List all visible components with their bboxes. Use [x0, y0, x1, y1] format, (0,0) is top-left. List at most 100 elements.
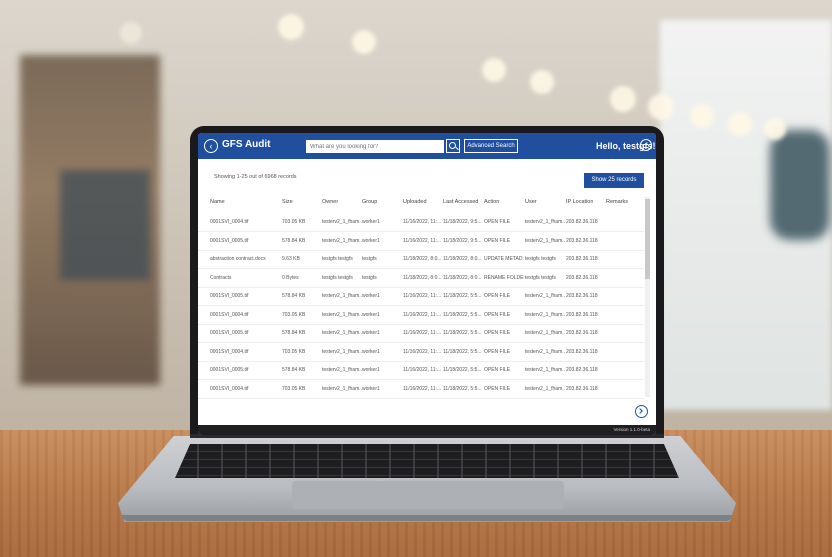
bokeh-light: [120, 22, 142, 44]
app-header: ‹ GFS Audit Advanced Search Hello, testg…: [198, 133, 656, 159]
table-row[interactable]: 0001SVI_0005.tif 578.84 KB testerv2_1_fham…: [198, 287, 644, 306]
cell-name: 0001SVI_0005.tif: [210, 330, 249, 336]
scrollbar-thumb[interactable]: [645, 199, 650, 279]
cell-user: testgfs testgfs: [525, 256, 556, 262]
cell-action: OPEN FILE: [484, 367, 511, 373]
cell-group: testgfs: [362, 274, 377, 281]
table-row[interactable]: abstraction contract.docx 9.63 KB testgfs …: [198, 250, 644, 269]
cell-ip: 203.82.36.118: [566, 219, 598, 225]
column-header-last-accessed[interactable]: Last Accessed: [443, 199, 478, 205]
table-row[interactable]: 0001SVI_0004.tif 703.05 KB testerv2_1_fham…: [198, 306, 644, 325]
cell-action: RENAME FOLDER: [484, 274, 524, 281]
cell-user: testerv2_1_fham...: [525, 348, 565, 355]
laptop-front-edge: [122, 515, 732, 521]
cell-size: 0 Bytes: [282, 274, 299, 281]
cell-accessed: 11/18/2022, 5:5...: [443, 385, 482, 392]
cell-action: OPEN FILE: [484, 293, 511, 299]
cell-ip: 203.82.36.118: [566, 256, 598, 262]
table-row[interactable]: 0001SVI_0005.tif 578.84 KB testerv2_1_fham…: [198, 361, 644, 380]
advanced-search-button[interactable]: Advanced Search: [464, 139, 518, 153]
cell-accessed: 11/18/2022, 8:0...: [443, 256, 482, 262]
cell-owner: testerv2_1_fham...: [322, 293, 362, 299]
cell-accessed: 11/18/2022, 5:5...: [443, 367, 482, 373]
search-icon[interactable]: [446, 139, 460, 153]
cell-name: 0001SVI_0004.tif: [210, 311, 249, 318]
column-header-ip-location[interactable]: IP Location: [566, 199, 593, 205]
cell-owner: testerv2_1_fham...: [322, 348, 362, 355]
table-row[interactable]: 0001SVI_0005.tif 578.84 KB testerv2_1_fham…: [198, 324, 644, 343]
cell-ip: 203.82.36.118: [566, 311, 598, 318]
cell-uploaded: 11/16/2022, 11:...: [403, 311, 442, 318]
bokeh-light: [764, 118, 786, 140]
cell-action: OPEN FILE: [484, 330, 511, 336]
cell-name: 0001SVI_0005.tif: [210, 367, 249, 373]
table-row[interactable]: Contracts 0 Bytes testgfs testgfs testgfs 11…: [198, 269, 644, 288]
show-records-button[interactable]: Show 25 records: [584, 173, 644, 188]
bokeh-light: [610, 86, 636, 112]
search-input[interactable]: [306, 140, 444, 153]
bokeh-light: [352, 30, 376, 54]
cell-group: worker1: [362, 311, 380, 318]
cell-group: worker1: [362, 237, 380, 244]
cell-size: 703.05 KB: [282, 385, 306, 392]
keyboard-rows: [175, 444, 679, 478]
cell-uploaded: 11/16/2022, 11:...: [403, 367, 442, 373]
cell-action: OPEN FILE: [484, 385, 511, 392]
cell-user: testerv2_1_fham...: [525, 367, 565, 373]
cell-accessed: 11/18/2022, 5:5...: [443, 348, 482, 355]
cell-user: testerv2_1_fham...: [525, 219, 565, 225]
cell-uploaded: 11/16/2022, 11:...: [403, 330, 442, 336]
cell-group: worker1: [362, 367, 380, 373]
cell-action: OPEN FILE: [484, 237, 511, 244]
cell-name: 0001SVI_0004.tif: [210, 348, 249, 355]
table-row[interactable]: 0001SVI_0004.tif 703.05 KB testerv2_1_fham…: [198, 213, 644, 232]
table-row[interactable]: 0001SVI_0004.tif 703.05 KB testerv2_1_fham…: [198, 343, 644, 362]
cell-user: testerv2_1_fham...: [525, 330, 565, 336]
cell-user: testerv2_1_fham...: [525, 385, 565, 392]
cell-ip: 203.82.36.118: [566, 330, 598, 336]
cell-user: testerv2_1_fham...: [525, 311, 565, 318]
shelf-items: [60, 170, 150, 280]
cell-owner: testerv2_1_fham...: [322, 311, 362, 318]
cell-uploaded: 11/18/2022, 8:0...: [403, 256, 442, 262]
column-header-size[interactable]: Size: [282, 199, 293, 205]
cell-size: 578.84 KB: [282, 330, 306, 336]
column-header-remarks[interactable]: Remarks: [606, 199, 628, 205]
laptop-screen: ‹ GFS Audit Advanced Search Hello, testg…: [198, 133, 656, 435]
column-header-uploaded[interactable]: Uploaded: [403, 199, 427, 205]
back-arrow-icon[interactable]: ‹: [204, 139, 218, 153]
cell-owner: testerv2_1_fham...: [322, 367, 362, 373]
cell-size: 703.05 KB: [282, 219, 306, 225]
cell-accessed: 11/18/2022, 5:5...: [443, 330, 482, 336]
column-header-group[interactable]: Group: [362, 199, 377, 205]
bokeh-light: [482, 58, 506, 82]
cell-name: Contracts: [210, 274, 232, 281]
cell-size: 578.84 KB: [282, 237, 306, 244]
cell-ip: 203.82.36.118: [566, 237, 598, 244]
cell-group: worker1: [362, 293, 380, 299]
cell-uploaded: 11/16/2022, 11:...: [403, 219, 442, 225]
column-header-name[interactable]: Name: [210, 199, 225, 205]
column-header-action[interactable]: Action: [484, 199, 499, 205]
bokeh-light: [530, 70, 554, 94]
cell-uploaded: 11/16/2022, 11:...: [403, 385, 442, 392]
table-row[interactable]: 0001SVI_0004.tif 703.05 KB testerv2_1_fham…: [198, 380, 644, 399]
app-title: GFS Audit: [222, 139, 271, 150]
cell-group: worker1: [362, 330, 380, 336]
column-header-user[interactable]: User: [525, 199, 537, 205]
user-menu-icon[interactable]: [640, 139, 652, 151]
column-header-owner[interactable]: Owner: [322, 199, 338, 205]
cell-ip: 203.82.36.118: [566, 274, 598, 281]
table-row[interactable]: 0001SVI_0005.tif 578.84 KB testerv2_1_fham…: [198, 232, 644, 251]
cell-action: UPDATE METAD...: [484, 256, 524, 262]
cell-ip: 203.82.36.118: [566, 385, 598, 392]
next-page-icon[interactable]: [635, 405, 648, 418]
cell-ip: 203.82.36.118: [566, 348, 598, 355]
cell-uploaded: 11/16/2022, 11:...: [403, 293, 442, 299]
cell-owner: testerv2_1_fham...: [322, 219, 362, 225]
cell-action: OPEN FILE: [484, 219, 511, 225]
cell-action: OPEN FILE: [484, 311, 511, 318]
bokeh-light: [278, 14, 304, 40]
bokeh-light: [690, 104, 714, 128]
cell-owner: testgfs testgfs: [322, 256, 353, 262]
